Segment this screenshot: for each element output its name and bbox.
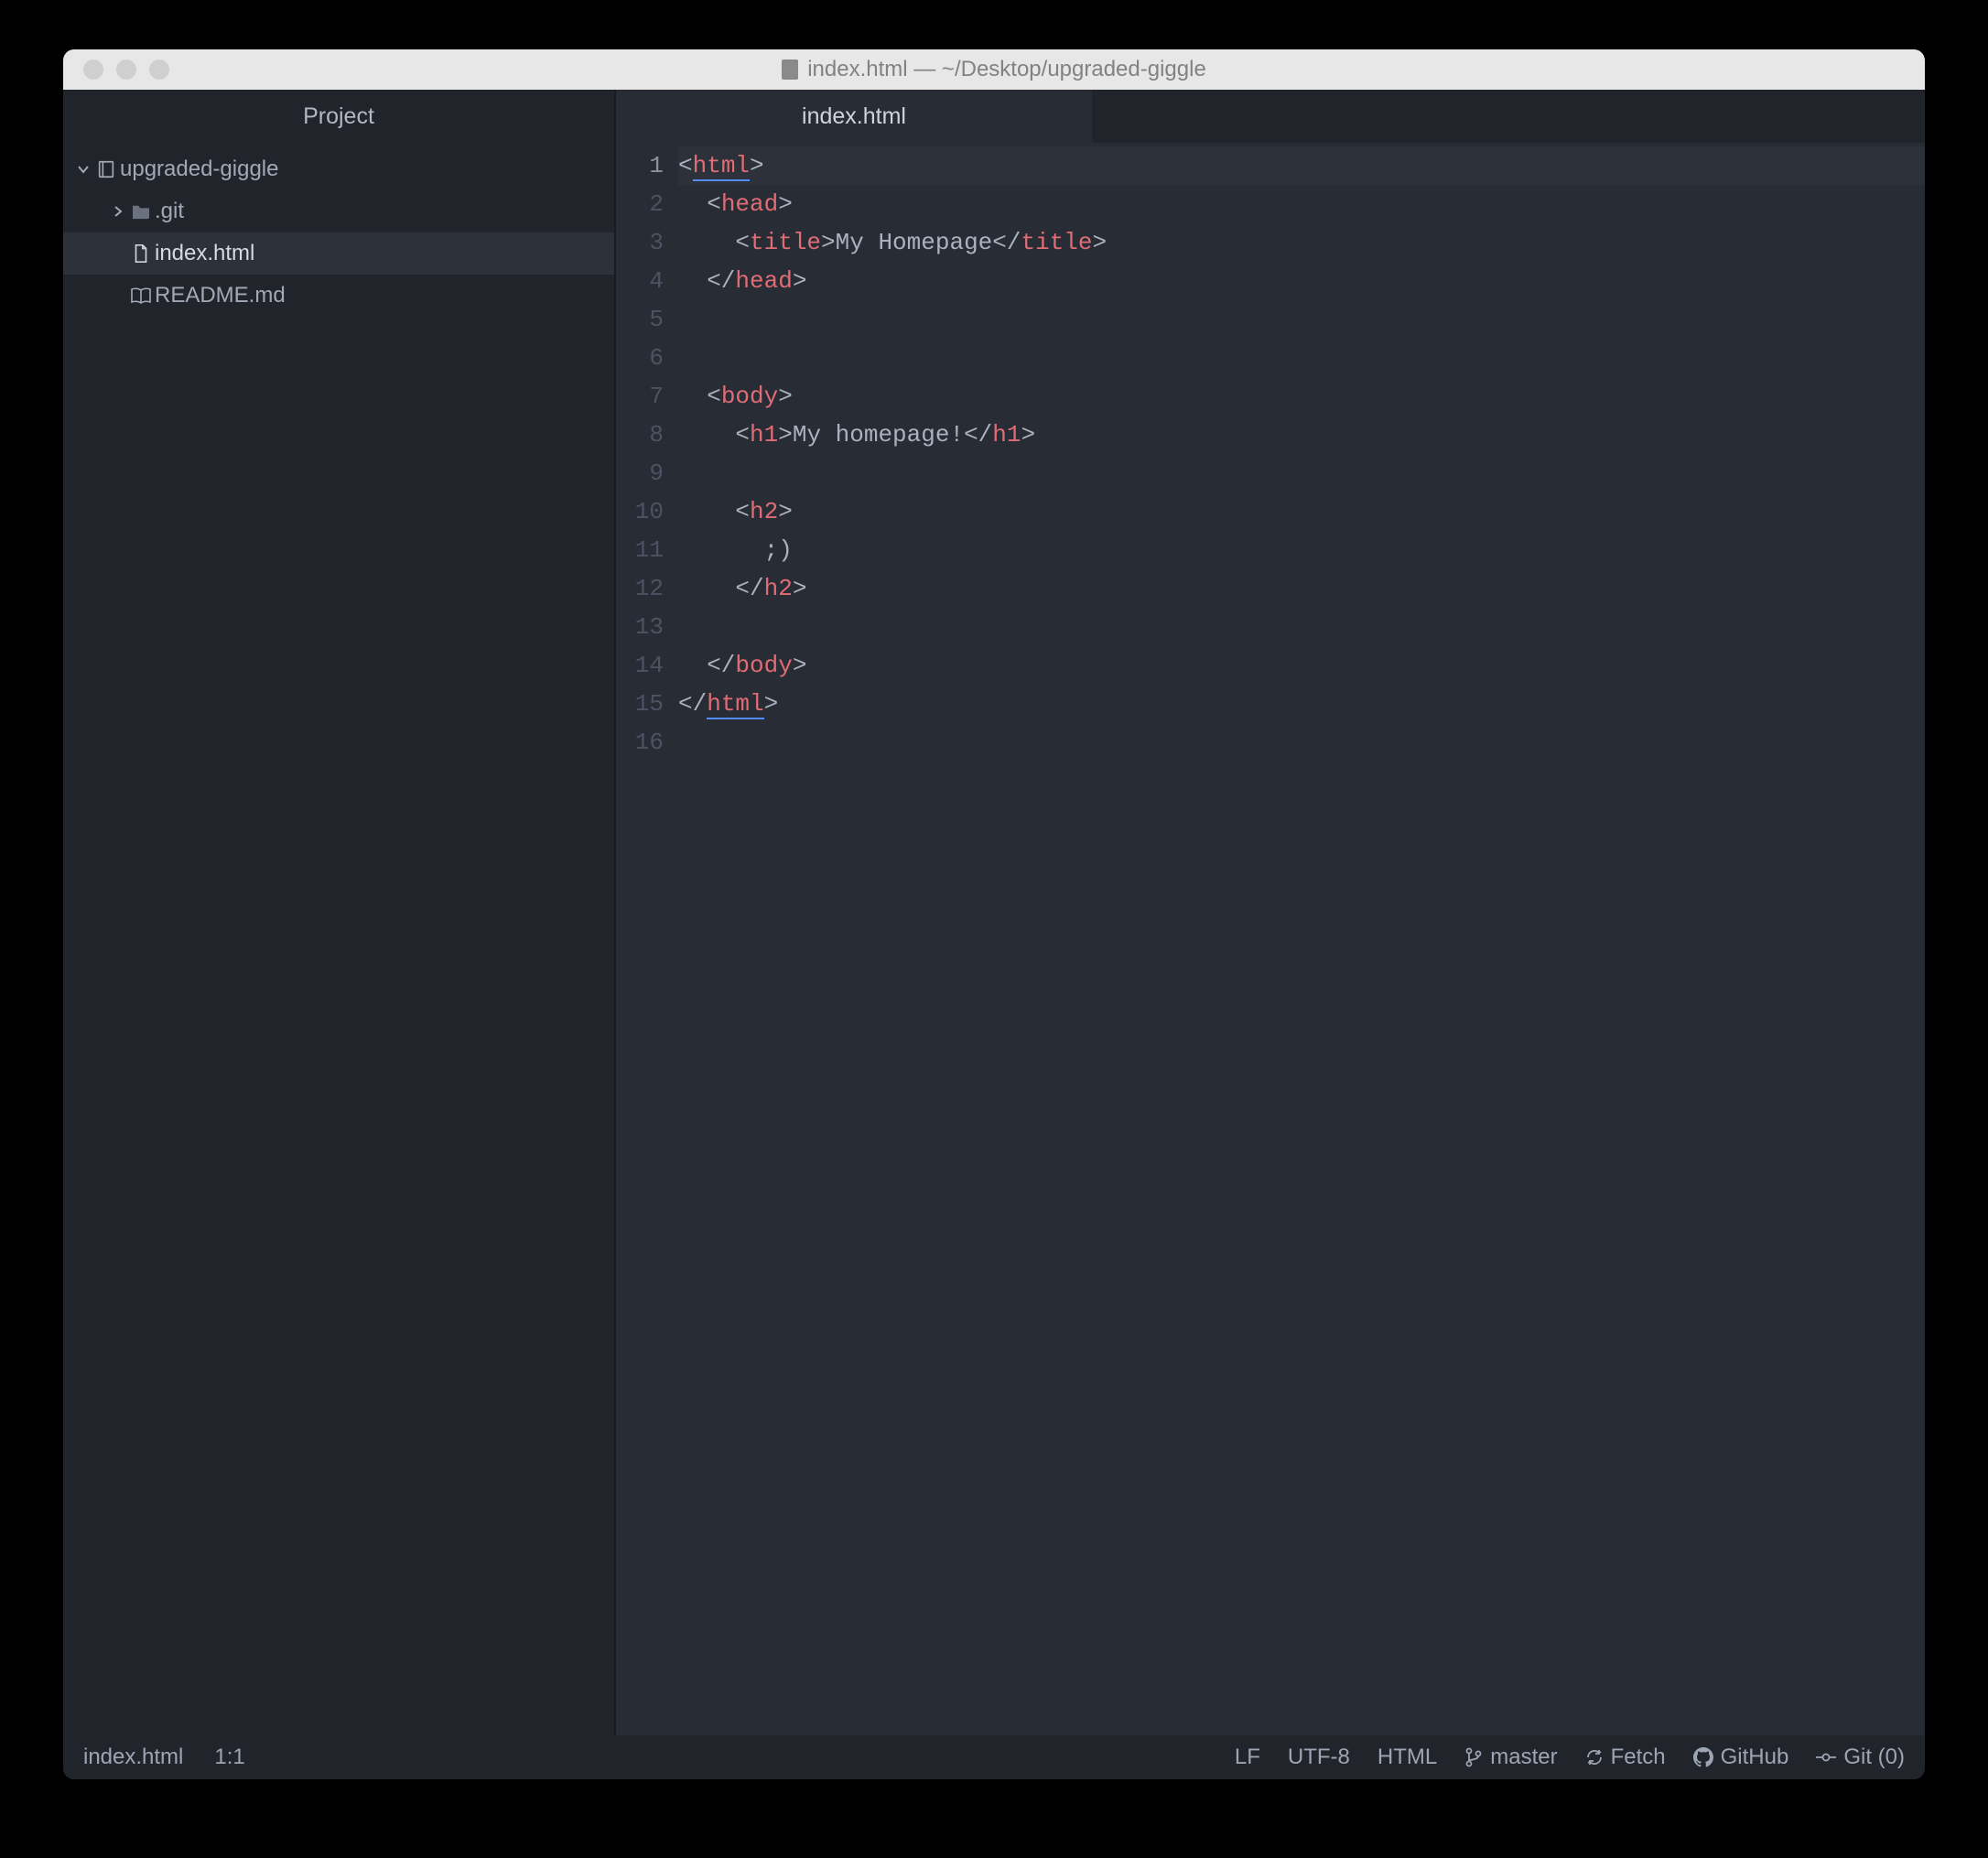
line-number: 16 — [616, 723, 664, 762]
sidebar-panel-tab[interactable]: Project — [63, 90, 616, 143]
sync-icon — [1585, 1748, 1604, 1766]
github-icon — [1693, 1747, 1713, 1767]
tree-item-git[interactable]: .git — [63, 190, 614, 232]
zoom-window-button[interactable] — [149, 59, 169, 80]
chevron-right-icon — [109, 204, 127, 219]
line-number: 5 — [616, 300, 664, 339]
folder-icon — [127, 203, 155, 220]
line-number-gutter: 12345678910111213141516 — [616, 143, 678, 1735]
window-controls — [63, 59, 169, 80]
code-line[interactable]: </head> — [678, 262, 1925, 300]
line-number: 8 — [616, 416, 664, 454]
code-line[interactable]: <title>My Homepage</title> — [678, 223, 1925, 262]
sidebar-tab-label: Project — [303, 103, 374, 130]
code-line[interactable] — [678, 608, 1925, 646]
line-number: 11 — [616, 531, 664, 569]
code-line[interactable]: <h2> — [678, 492, 1925, 531]
code-line[interactable] — [678, 723, 1925, 762]
code-line[interactable]: ;) — [678, 531, 1925, 569]
status-file[interactable]: index.html — [83, 1745, 183, 1770]
tree-item-label: README.md — [155, 283, 286, 308]
line-number: 7 — [616, 377, 664, 416]
line-number: 14 — [616, 646, 664, 685]
line-number: 10 — [616, 492, 664, 531]
chevron-down-icon — [74, 162, 92, 177]
code-editor[interactable]: 12345678910111213141516 <html> <head> <t… — [616, 143, 1925, 1735]
code-line[interactable]: <html> — [678, 146, 1925, 185]
status-line-ending[interactable]: LF — [1235, 1745, 1260, 1770]
project-tree: upgraded-giggle .git index.html — [63, 143, 616, 1735]
tree-item-index-html[interactable]: index.html — [63, 232, 614, 275]
code-line[interactable] — [678, 339, 1925, 377]
status-fetch[interactable]: Fetch — [1585, 1745, 1666, 1770]
line-number: 3 — [616, 223, 664, 262]
tree-root-label: upgraded-giggle — [120, 157, 278, 182]
editor-tab-label: index.html — [802, 103, 906, 130]
main-body: upgraded-giggle .git index.html — [63, 143, 1925, 1735]
code-line[interactable] — [678, 300, 1925, 339]
titlebar: index.html — ~/Desktop/upgraded-giggle — [63, 49, 1925, 90]
tree-root[interactable]: upgraded-giggle — [63, 148, 614, 190]
code-line[interactable]: <h1>My homepage!</h1> — [678, 416, 1925, 454]
close-window-button[interactable] — [83, 59, 103, 80]
status-git[interactable]: Git (0) — [1816, 1745, 1905, 1770]
editor-window: index.html — ~/Desktop/upgraded-giggle P… — [63, 49, 1925, 1779]
status-bar: index.html 1:1 LF UTF-8 HTML master Fetc… — [63, 1735, 1925, 1779]
code-area[interactable]: <html> <head> <title>My Homepage</title>… — [678, 143, 1925, 1735]
line-number: 13 — [616, 608, 664, 646]
file-icon — [782, 59, 798, 80]
tabs-row: Project index.html — [63, 90, 1925, 143]
tree-item-label: .git — [155, 199, 184, 224]
tree-item-label: index.html — [155, 241, 254, 266]
tab-index-html[interactable]: index.html — [616, 90, 1092, 143]
book-icon — [127, 286, 155, 305]
status-cursor-position[interactable]: 1:1 — [214, 1745, 244, 1770]
code-line[interactable]: <head> — [678, 185, 1925, 223]
line-number: 9 — [616, 454, 664, 492]
window-title: index.html — ~/Desktop/upgraded-giggle — [63, 57, 1925, 82]
code-line[interactable]: </h2> — [678, 569, 1925, 608]
repo-icon — [92, 159, 120, 179]
line-number: 4 — [616, 262, 664, 300]
file-icon — [127, 243, 155, 264]
tree-item-readme[interactable]: README.md — [63, 275, 614, 317]
line-number: 15 — [616, 685, 664, 723]
code-line[interactable] — [678, 454, 1925, 492]
line-number: 12 — [616, 569, 664, 608]
line-number: 2 — [616, 185, 664, 223]
code-line[interactable]: <body> — [678, 377, 1925, 416]
window-title-text: index.html — ~/Desktop/upgraded-giggle — [807, 57, 1206, 82]
status-branch[interactable]: master — [1464, 1745, 1557, 1770]
code-line[interactable]: </body> — [678, 646, 1925, 685]
editor-tabs: index.html — [616, 90, 1925, 143]
status-encoding[interactable]: UTF-8 — [1288, 1745, 1350, 1770]
status-language[interactable]: HTML — [1378, 1745, 1437, 1770]
code-line[interactable]: </html> — [678, 685, 1925, 723]
minimize-window-button[interactable] — [116, 59, 136, 80]
git-commit-icon — [1816, 1752, 1836, 1763]
line-number: 6 — [616, 339, 664, 377]
status-github[interactable]: GitHub — [1693, 1745, 1789, 1770]
git-branch-icon — [1464, 1747, 1483, 1767]
line-number: 1 — [616, 146, 664, 185]
